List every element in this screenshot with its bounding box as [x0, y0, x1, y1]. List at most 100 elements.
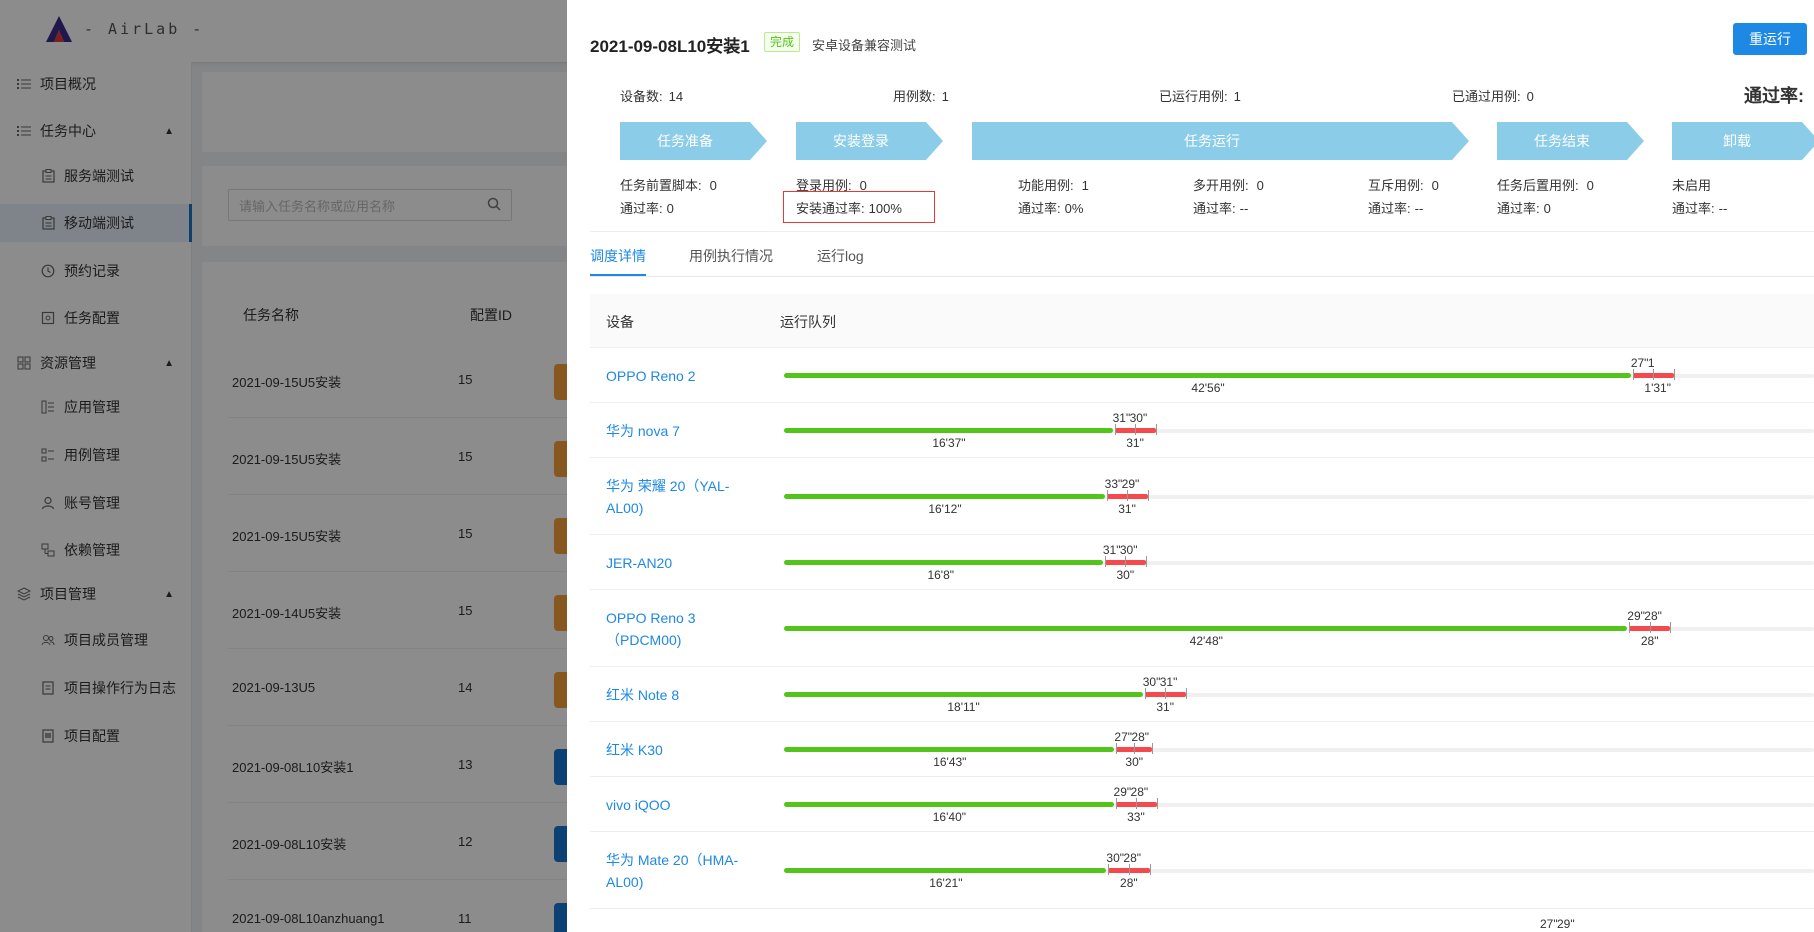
device-name-link[interactable]: 华为 荣耀 20（YAL-AL00): [606, 475, 746, 519]
device-row: 红米 Note 8 18'11" 31" 30" 31": [590, 667, 1814, 722]
tab-run-log[interactable]: 运行log: [817, 246, 864, 266]
device-row: 华为 荣耀 20（YAL-AL00) 16'12" 31" 33" 29": [590, 458, 1814, 535]
stage-uninstall: 卸载: [1672, 122, 1814, 160]
segment-duration-label: 30": [1142, 674, 1161, 689]
run-duration-label: 18'11": [947, 699, 980, 714]
device-row: 华为 nova 7 16'37" 31" 31" 30": [590, 403, 1814, 458]
segment-tick: [1125, 555, 1127, 567]
segment-tick: [1106, 489, 1108, 501]
install-duration-label: 33": [1127, 809, 1145, 824]
post-pass-rate: 通过率: 0: [1497, 201, 1551, 216]
install-duration-label: 31": [1156, 699, 1174, 714]
segment-duration-label: 28": [1130, 784, 1149, 799]
device-name-link[interactable]: 华为 nova 7: [606, 420, 746, 442]
run-duration-label: 16'8": [927, 567, 955, 582]
func-pass-rate: 通过率: 0%: [1018, 201, 1084, 216]
segment-tick: [1185, 687, 1187, 699]
mutex-pass-rate: 通过率: --: [1368, 201, 1424, 216]
segment-tick: [1649, 621, 1651, 633]
segment-duration-label: 27": [1630, 355, 1649, 370]
device-name-link[interactable]: OPPO Reno 2: [606, 365, 746, 387]
run-duration-label: 16'37": [932, 435, 966, 450]
run-duration-bar[interactable]: [784, 692, 1143, 697]
device-name-link[interactable]: 华为 Mate 20（HMA-AL00): [606, 849, 746, 893]
uninstall-pass-rate: 通过率: --: [1672, 201, 1728, 216]
segment-tick: [1149, 863, 1151, 875]
segment-tick: [1653, 368, 1655, 380]
run-duration-bar[interactable]: [784, 626, 1628, 631]
install-duration-label: 28": [1640, 633, 1659, 648]
run-duration-bar[interactable]: [784, 868, 1107, 873]
stat-run-cases: 已运行用例: 1: [1159, 89, 1241, 104]
drawer-subtitle: 安卓设备兼容测试: [812, 38, 917, 53]
segment-tick: [1136, 797, 1138, 809]
install-duration-label: 28": [1120, 875, 1138, 890]
install-rate-highlight: [783, 191, 935, 223]
segment-duration-label: 27": [1540, 916, 1558, 931]
func-case-count: 功能用例: 1: [1018, 178, 1089, 193]
segment-tick: [1632, 368, 1634, 380]
run-duration-bar[interactable]: [784, 494, 1105, 499]
segment-tick: [1108, 863, 1110, 875]
run-duration-bar[interactable]: [784, 802, 1114, 807]
segment-duration-label: 28": [1123, 850, 1142, 865]
segment-duration-label: 30": [1106, 850, 1125, 865]
uninstall-status: 未启用: [1672, 178, 1712, 193]
device-name-link[interactable]: OPPO Reno 3（PDCM00): [606, 607, 746, 651]
segment-duration-label: 29": [1121, 476, 1140, 491]
device-row: 红米 K30 16'43" 30" 27" 28": [590, 722, 1814, 777]
segment-duration-label: 31": [1112, 410, 1131, 425]
rerun-button[interactable]: 重运行: [1733, 23, 1807, 55]
segment-tick: [1156, 797, 1158, 809]
segment-tick: [1115, 797, 1117, 809]
segment-duration-label: 30": [1129, 410, 1148, 425]
segment-duration-label: 29": [1557, 916, 1575, 931]
device-name-link[interactable]: 红米 Note 8: [606, 684, 746, 706]
segment-duration-label: 29": [1113, 784, 1132, 799]
multi-case-count: 多开用例: 0: [1193, 178, 1264, 193]
run-duration-label: 16'40": [932, 809, 966, 824]
prep-pass-rate: 通过率: 0: [620, 201, 674, 216]
device-name-link[interactable]: vivo iQOO: [606, 794, 746, 816]
detail-tabs: 调度详情 用例执行情况 运行log: [590, 232, 1814, 277]
stat-cases: 用例数: 1: [893, 89, 949, 104]
run-duration-bar[interactable]: [784, 747, 1115, 752]
col-device: 设备: [606, 314, 634, 330]
drawer-title: 2021-09-08L10安装1: [590, 37, 750, 56]
device-row: vivo iQOO 16'40" 33" 29" 28": [590, 777, 1814, 832]
install-duration-label: 30": [1116, 567, 1135, 582]
segment-tick: [1129, 863, 1131, 875]
prep-script-count: 任务前置脚本: 0: [620, 178, 717, 193]
device-row: 华为 Mate 20（HMA-AL00) 16'21" 28" 30" 28": [590, 832, 1814, 909]
device-row: OPPO Reno 2 42'56" 1'31" 27" 1: [590, 348, 1814, 403]
segment-tick: [1134, 742, 1136, 754]
install-duration-label: 31": [1126, 435, 1144, 450]
stage-run: 任务运行: [972, 122, 1469, 160]
run-duration-bar[interactable]: [784, 428, 1113, 433]
segment-tick: [1670, 621, 1672, 633]
segment-tick: [1146, 555, 1148, 567]
segment-tick: [1127, 489, 1129, 501]
run-duration-label: 16'12": [928, 501, 962, 516]
segment-tick: [1165, 687, 1167, 699]
stage-prepare: 任务准备: [620, 122, 767, 160]
device-name-link[interactable]: JER-AN20: [606, 552, 746, 574]
segment-tick: [1116, 742, 1118, 754]
run-duration-bar[interactable]: [784, 373, 1631, 378]
install-duration-label: 1'31": [1644, 380, 1671, 395]
run-duration-bar[interactable]: [784, 560, 1103, 565]
tab-case-execution[interactable]: 用例执行情况: [689, 246, 773, 266]
stat-passed-cases: 已通过用例: 0: [1452, 89, 1534, 104]
tab-schedule-detail[interactable]: 调度详情: [590, 246, 646, 266]
segment-duration-label: 31": [1159, 674, 1178, 689]
segment-tick: [1104, 555, 1106, 567]
mutex-case-count: 互斥用例: 0: [1368, 178, 1439, 193]
segment-duration-label: 29": [1627, 608, 1645, 623]
stage-end: 任务结束: [1497, 122, 1644, 160]
device-name-link[interactable]: 红米 K30: [606, 739, 746, 761]
segment-duration-label: 28": [1131, 729, 1149, 744]
post-case-count: 任务后置用例: 0: [1497, 178, 1594, 193]
run-duration-label: 16'21": [929, 875, 963, 890]
segment-tick: [1155, 423, 1157, 435]
run-duration-label: 42'56": [1191, 380, 1225, 395]
